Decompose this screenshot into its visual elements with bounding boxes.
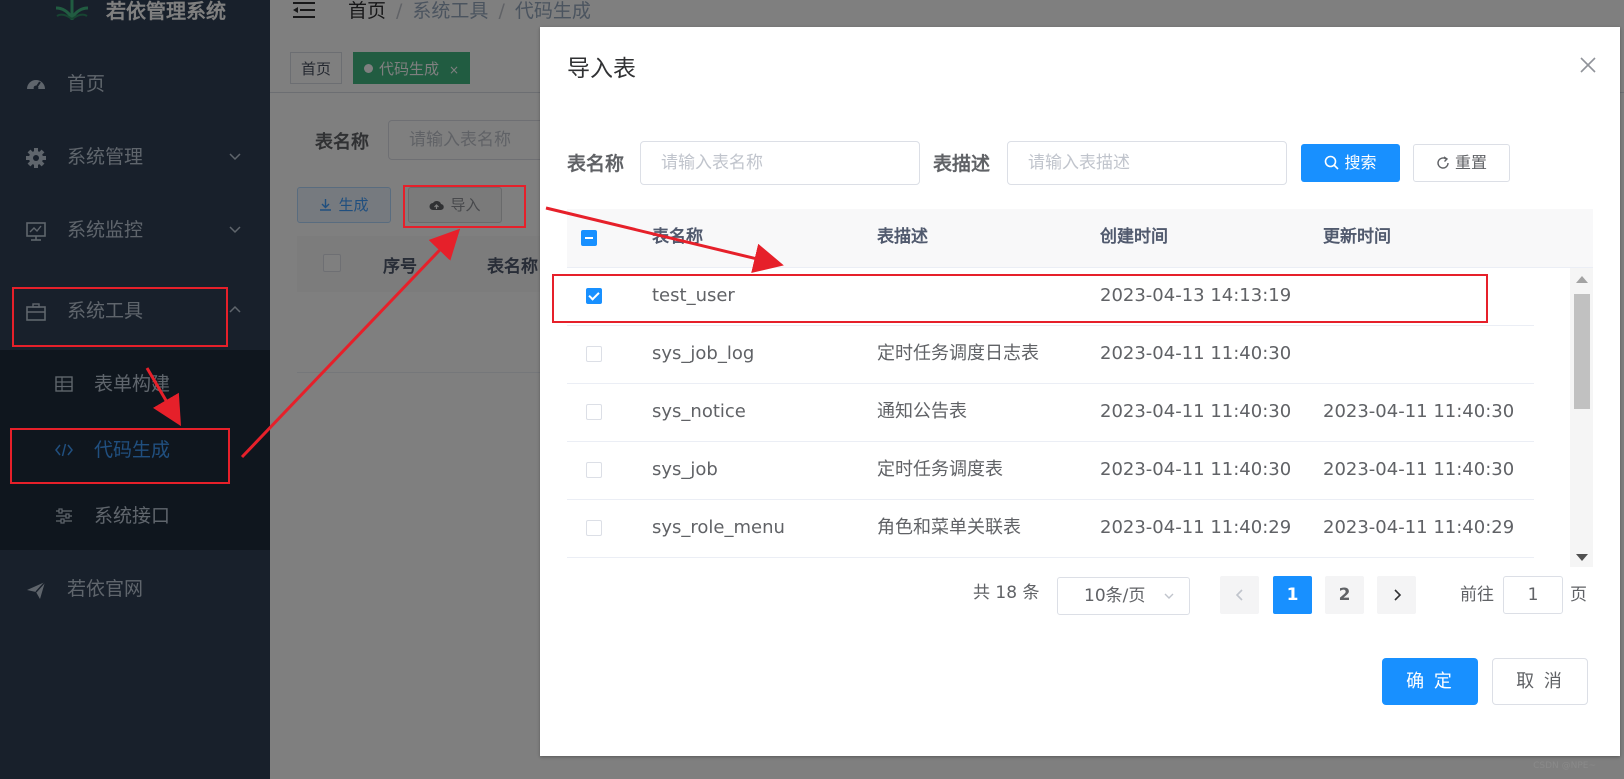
- close-icon[interactable]: [1578, 55, 1598, 75]
- watermark: CSDN @NPE~: [1533, 761, 1596, 771]
- column-updated-time: 更新时间: [1323, 227, 1391, 247]
- row-checkbox[interactable]: [586, 462, 602, 478]
- next-page-button[interactable]: [1377, 576, 1416, 614]
- cell-table-name: sys_job_log: [652, 343, 755, 364]
- goto-page-input[interactable]: [1503, 576, 1563, 614]
- cell-table-desc: 角色和菜单关联表: [877, 517, 1021, 538]
- search-label: 搜索: [1344, 153, 1377, 172]
- table-row[interactable]: sys_job_log 定时任务调度日志表 2023-04-11 11:40:3…: [567, 326, 1534, 384]
- cell-table-name: sys_notice: [652, 401, 746, 422]
- cell-table-desc: 定时任务调度日志表: [877, 343, 1039, 364]
- page-1-button[interactable]: 1: [1273, 576, 1312, 614]
- page-2-button[interactable]: 2: [1325, 576, 1364, 614]
- cell-updated-time: 2023-04-11 11:40:30: [1323, 401, 1515, 422]
- cell-created-time: 2023-04-11 11:40:29: [1100, 517, 1292, 538]
- annotation-box-selected-row: [552, 274, 1488, 323]
- select-all-checkbox[interactable]: [581, 230, 597, 246]
- goto-unit-label: 页: [1570, 585, 1587, 605]
- page-size-select[interactable]: 10条/页: [1057, 577, 1190, 615]
- chevron-right-icon: [1393, 589, 1401, 601]
- column-table-desc: 表描述: [877, 227, 928, 247]
- goto-label: 前往: [1460, 585, 1494, 605]
- row-checkbox[interactable]: [586, 346, 602, 362]
- scrollbar-thumb[interactable]: [1574, 294, 1590, 409]
- reset-button[interactable]: 重置: [1413, 144, 1510, 182]
- row-checkbox[interactable]: [586, 520, 602, 536]
- column-table-name: 表名称: [652, 227, 703, 247]
- cell-table-name: sys_role_menu: [652, 517, 785, 538]
- chevron-down-icon: [1164, 593, 1174, 599]
- cell-created-time: 2023-04-11 11:40:30: [1100, 343, 1292, 364]
- search-icon: [1325, 155, 1340, 170]
- prev-page-button[interactable]: [1220, 576, 1259, 614]
- cancel-button[interactable]: 取 消: [1492, 658, 1588, 705]
- import-table-dialog: 导入表 表名称 表描述 搜索 重置 表名称 表描述 创建时间 更新时间 test…: [540, 27, 1620, 756]
- table-desc-input[interactable]: [1007, 141, 1287, 185]
- annotation-box-code-generation: [10, 428, 230, 484]
- import-table: 表名称 表描述 创建时间 更新时间 test_user 2023-04-13 1…: [567, 209, 1593, 567]
- scroll-up-arrow-icon[interactable]: [1576, 276, 1588, 283]
- annotation-box-import: [403, 185, 526, 228]
- cell-created-time: 2023-04-11 11:40:30: [1100, 401, 1292, 422]
- table-desc-label: 表描述: [933, 153, 991, 175]
- dialog-title: 导入表: [567, 56, 636, 82]
- cell-updated-time: 2023-04-11 11:40:30: [1323, 459, 1515, 480]
- cell-created-time: 2023-04-11 11:40:30: [1100, 459, 1292, 480]
- table-header: 表名称 表描述 创建时间 更新时间: [567, 209, 1593, 268]
- search-button[interactable]: 搜索: [1301, 144, 1400, 182]
- table-name-label: 表名称: [567, 153, 625, 175]
- pagination-total: 共 18 条: [973, 583, 1040, 603]
- annotation-box-system-tools: [12, 287, 228, 347]
- row-checkbox[interactable]: [586, 404, 602, 420]
- cell-table-name: sys_job: [652, 459, 718, 480]
- table-row[interactable]: sys_notice 通知公告表 2023-04-11 11:40:30 202…: [567, 384, 1534, 442]
- table-row[interactable]: sys_job 定时任务调度表 2023-04-11 11:40:30 2023…: [567, 442, 1534, 500]
- column-created-time: 创建时间: [1100, 227, 1168, 247]
- refresh-icon: [1437, 156, 1449, 169]
- table-name-input[interactable]: [640, 141, 920, 185]
- scroll-down-arrow-icon[interactable]: [1576, 554, 1588, 561]
- cell-updated-time: 2023-04-11 11:40:29: [1323, 517, 1515, 538]
- confirm-button[interactable]: 确 定: [1382, 658, 1478, 705]
- reset-label: 重置: [1454, 153, 1487, 172]
- chevron-left-icon: [1235, 589, 1243, 601]
- table-row[interactable]: sys_role_menu 角色和菜单关联表 2023-04-11 11:40:…: [567, 500, 1534, 558]
- table-scrollbar[interactable]: [1570, 268, 1593, 567]
- cell-table-desc: 通知公告表: [877, 401, 967, 422]
- cell-table-desc: 定时任务调度表: [877, 459, 1003, 480]
- page-size-value: 10条/页: [1084, 586, 1146, 606]
